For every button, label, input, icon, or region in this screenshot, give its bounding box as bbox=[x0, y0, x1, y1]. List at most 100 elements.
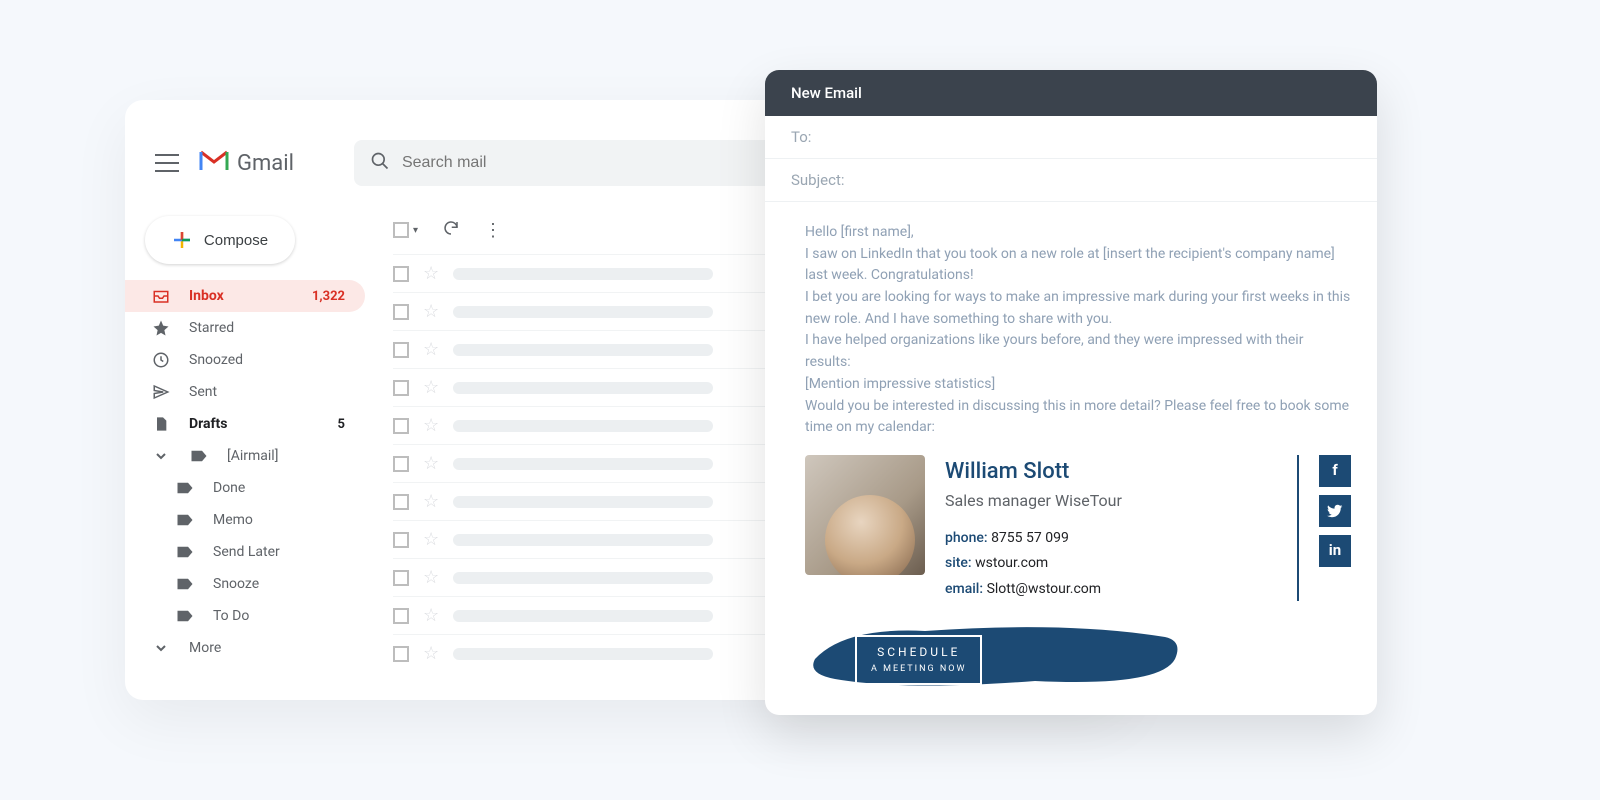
signature-name: William Slott bbox=[945, 455, 1281, 489]
search-bar[interactable] bbox=[354, 140, 794, 186]
schedule-meeting-button[interactable]: SCHEDULE A MEETING NOW bbox=[855, 635, 982, 686]
clock-icon bbox=[151, 351, 171, 369]
mail-skeleton bbox=[453, 648, 713, 660]
row-checkbox[interactable] bbox=[393, 570, 409, 586]
linkedin-icon[interactable]: in bbox=[1319, 535, 1351, 567]
star-icon[interactable]: ☆ bbox=[423, 605, 439, 626]
sidebar-item-more[interactable]: More bbox=[125, 632, 365, 664]
row-checkbox[interactable] bbox=[393, 380, 409, 396]
star-icon[interactable]: ☆ bbox=[423, 415, 439, 436]
more-label: More bbox=[189, 640, 221, 656]
sidebar-item-label: Memo bbox=[213, 512, 253, 528]
sidebar-item-label: Starred bbox=[189, 320, 234, 336]
row-checkbox[interactable] bbox=[393, 646, 409, 662]
app-name: Gmail bbox=[237, 151, 294, 176]
label-icon bbox=[175, 609, 195, 623]
body-line: I have helped organizations like yours b… bbox=[805, 330, 1351, 373]
row-checkbox[interactable] bbox=[393, 532, 409, 548]
sidebar-item-snoozed[interactable]: Snoozed bbox=[125, 344, 365, 376]
to-field[interactable]: To: bbox=[765, 116, 1377, 159]
row-checkbox[interactable] bbox=[393, 494, 409, 510]
file-icon bbox=[151, 415, 171, 433]
label-icon bbox=[175, 513, 195, 527]
sidebar-item-count: 5 bbox=[338, 417, 345, 432]
sidebar-sublabel[interactable]: To Do bbox=[125, 600, 365, 632]
sidebar-sublabel[interactable]: Snooze bbox=[125, 568, 365, 600]
body-line: Would you be interested in discussing th… bbox=[805, 396, 1351, 439]
chevron-down-icon bbox=[151, 450, 171, 462]
cta-banner[interactable]: SCHEDULE A MEETING NOW bbox=[805, 619, 1351, 689]
row-checkbox[interactable] bbox=[393, 304, 409, 320]
compose-window: New Email To: Subject: Hello [first name… bbox=[765, 70, 1377, 715]
sidebar-item-airmail[interactable]: [Airmail] bbox=[125, 440, 365, 472]
plus-icon bbox=[172, 230, 192, 250]
star-icon[interactable]: ☆ bbox=[423, 263, 439, 284]
compose-body[interactable]: Hello [first name],I saw on LinkedIn tha… bbox=[765, 202, 1377, 715]
body-line: I bet you are looking for ways to make a… bbox=[805, 287, 1351, 330]
send-icon bbox=[151, 383, 171, 401]
body-line: I saw on LinkedIn that you took on a new… bbox=[805, 244, 1351, 287]
mail-skeleton bbox=[453, 496, 713, 508]
sidebar-sublabel[interactable]: Send Later bbox=[125, 536, 365, 568]
label-icon bbox=[189, 449, 209, 463]
star-icon[interactable]: ☆ bbox=[423, 567, 439, 588]
label-icon bbox=[175, 481, 195, 495]
star-icon[interactable]: ☆ bbox=[423, 301, 439, 322]
more-options-icon[interactable]: ⋮ bbox=[484, 220, 502, 241]
row-checkbox[interactable] bbox=[393, 418, 409, 434]
star-icon[interactable]: ☆ bbox=[423, 491, 439, 512]
compose-button[interactable]: Compose bbox=[145, 216, 295, 264]
row-checkbox[interactable] bbox=[393, 342, 409, 358]
row-checkbox[interactable] bbox=[393, 456, 409, 472]
sidebar-item-label: Snooze bbox=[213, 576, 259, 592]
signature-email: email: Slott@wstour.com bbox=[945, 579, 1281, 601]
refresh-icon[interactable] bbox=[442, 219, 460, 241]
sidebar-item-sent[interactable]: Sent bbox=[125, 376, 365, 408]
facebook-icon[interactable]: f bbox=[1319, 455, 1351, 487]
mail-skeleton bbox=[453, 534, 713, 546]
star-icon[interactable]: ☆ bbox=[423, 377, 439, 398]
search-input[interactable] bbox=[402, 154, 778, 172]
sidebar-item-label: Sent bbox=[189, 384, 217, 400]
sidebar-item-drafts[interactable]: Drafts 5 bbox=[125, 408, 365, 440]
sidebar-item-count: 1,322 bbox=[312, 289, 345, 304]
sidebar-item-label: Drafts bbox=[189, 416, 227, 432]
signature-site: site: wstour.com bbox=[945, 553, 1281, 575]
compose-label: Compose bbox=[204, 232, 268, 249]
mail-skeleton bbox=[453, 306, 713, 318]
star-icon[interactable]: ☆ bbox=[423, 643, 439, 664]
star-icon[interactable]: ☆ bbox=[423, 339, 439, 360]
signature-title: Sales manager WiseTour bbox=[945, 489, 1281, 514]
subject-field[interactable]: Subject: bbox=[765, 159, 1377, 202]
menu-icon[interactable] bbox=[155, 154, 179, 172]
sidebar-sublabel[interactable]: Done bbox=[125, 472, 365, 504]
star-icon[interactable]: ☆ bbox=[423, 529, 439, 550]
body-line: Hello [first name], bbox=[805, 222, 1351, 244]
mail-skeleton bbox=[453, 268, 713, 280]
sidebar-item-label: Send Later bbox=[213, 544, 280, 560]
mail-skeleton bbox=[453, 420, 713, 432]
gmail-logo: Gmail bbox=[199, 147, 294, 179]
sidebar-item-starred[interactable]: Starred bbox=[125, 312, 365, 344]
star-icon[interactable]: ☆ bbox=[423, 453, 439, 474]
mail-skeleton bbox=[453, 344, 713, 356]
sidebar-item-label: Snoozed bbox=[189, 352, 243, 368]
sidebar: Compose Inbox 1,322 Starred Snoozed Sent Draf… bbox=[125, 206, 373, 686]
search-icon bbox=[370, 151, 390, 175]
sidebar-item-label: Done bbox=[213, 480, 245, 496]
sidebar-sublabel[interactable]: Memo bbox=[125, 504, 365, 536]
social-links: f in bbox=[1319, 455, 1351, 601]
row-checkbox[interactable] bbox=[393, 608, 409, 624]
mail-skeleton bbox=[453, 382, 713, 394]
sidebar-item-label: Inbox bbox=[189, 288, 224, 304]
email-signature: William Slott Sales manager WiseTour pho… bbox=[805, 455, 1351, 601]
select-all-checkbox[interactable]: ▾ bbox=[393, 222, 418, 238]
row-checkbox[interactable] bbox=[393, 266, 409, 282]
mail-skeleton bbox=[453, 458, 713, 470]
body-line: [Mention impressive statistics] bbox=[805, 374, 1351, 396]
compose-title: New Email bbox=[765, 70, 1377, 116]
signature-phone: phone: 8755 57 099 bbox=[945, 528, 1281, 550]
twitter-icon[interactable] bbox=[1319, 495, 1351, 527]
sidebar-item-inbox[interactable]: Inbox 1,322 bbox=[125, 280, 365, 312]
label-icon bbox=[175, 577, 195, 591]
